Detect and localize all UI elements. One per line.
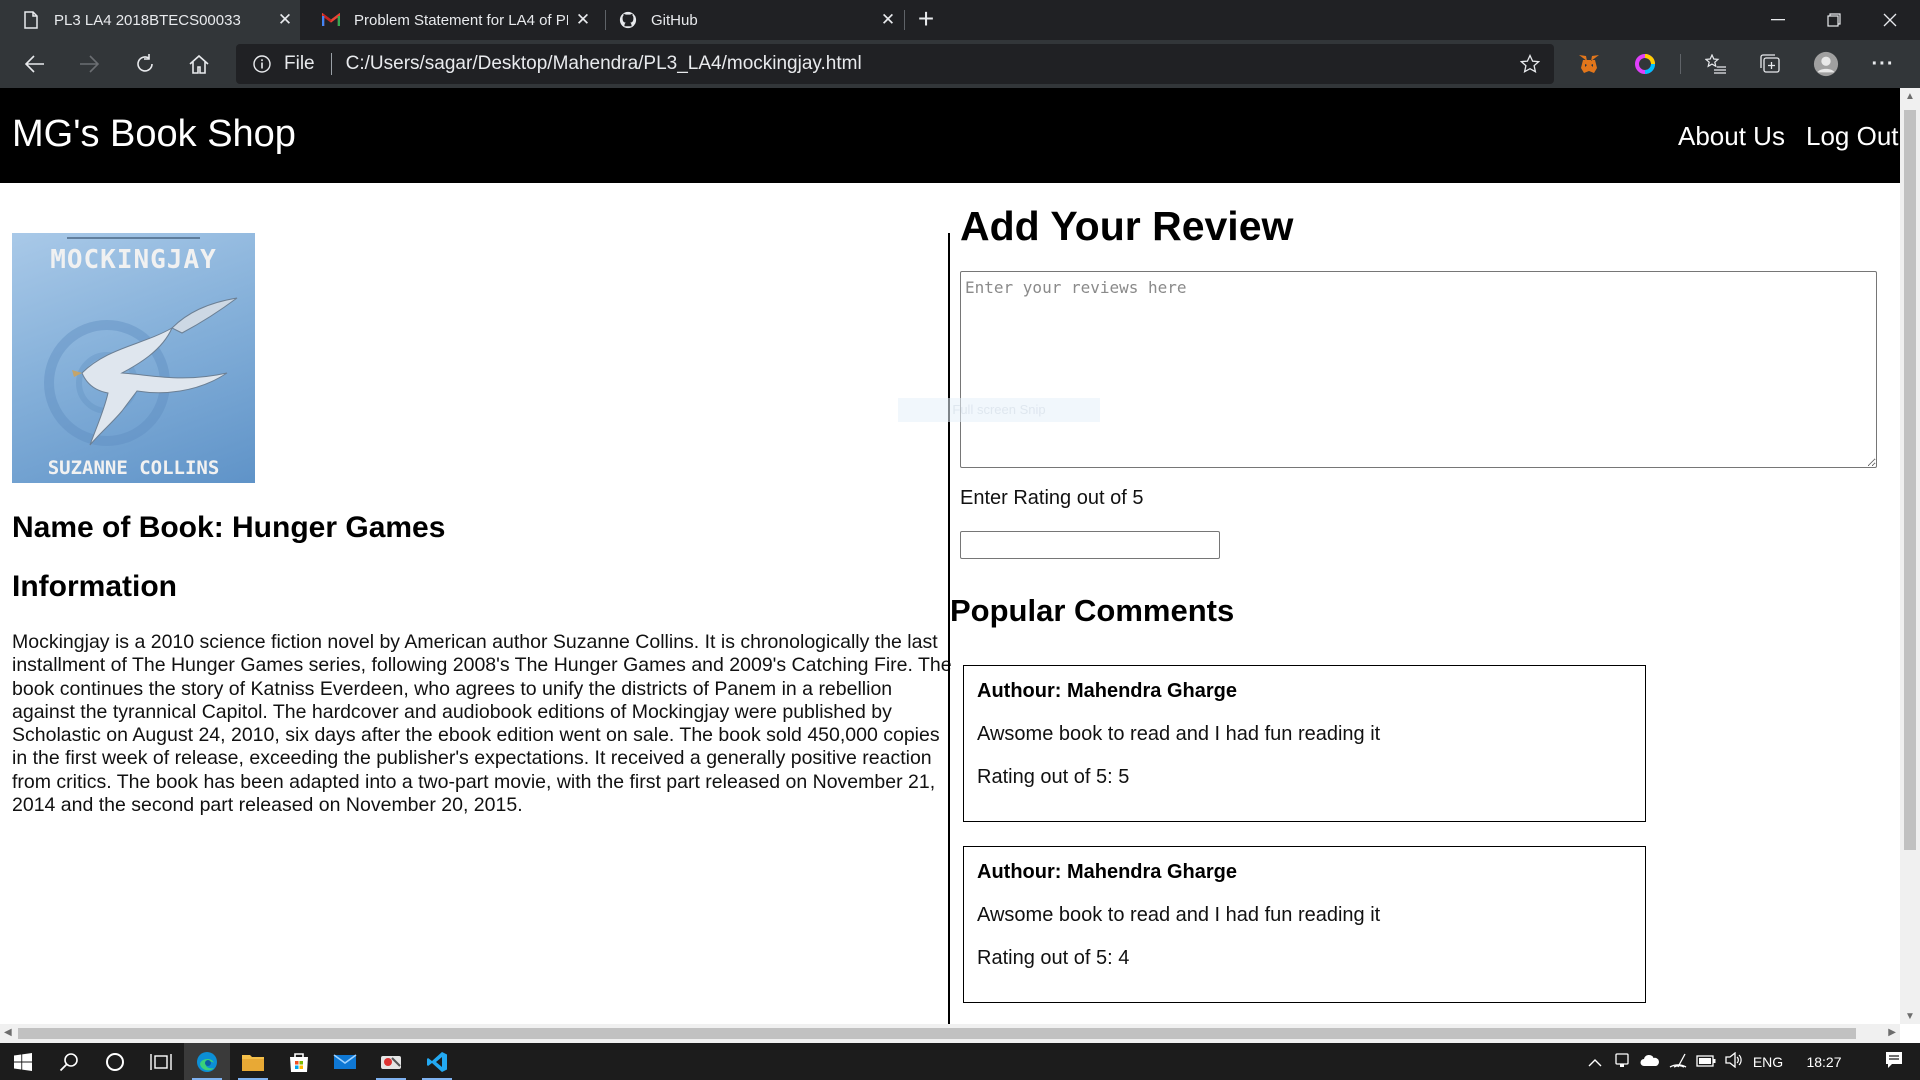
rating-label: Enter Rating out of 5 bbox=[960, 487, 1144, 509]
vertical-scrollbar[interactable]: ▲ ▼ bbox=[1900, 88, 1920, 1024]
color-ring-extension-icon[interactable] bbox=[1632, 51, 1658, 77]
gmail-icon bbox=[322, 11, 340, 29]
profile-avatar-icon[interactable] bbox=[1813, 51, 1839, 77]
book-cover-image: MOCKINGJAY SUZANNE COLLINS bbox=[12, 233, 255, 483]
tab-title: Problem Statement for LA4 of PL3 bbox=[354, 11, 568, 29]
file-explorer-icon[interactable] bbox=[230, 1043, 276, 1080]
web-page: MG's Book Shop About Us Log Out MOCKINGJ… bbox=[0, 88, 1900, 1024]
onedrive-cloud-icon[interactable] bbox=[1636, 1053, 1664, 1070]
home-button[interactable] bbox=[182, 48, 216, 80]
close-tab-icon[interactable]: ✕ bbox=[568, 10, 598, 30]
windows-taskbar: ENG 18:27 bbox=[0, 1043, 1920, 1080]
add-review-heading: Add Your Review bbox=[960, 203, 1294, 249]
battery-icon[interactable] bbox=[1692, 1054, 1720, 1070]
book-information-text: Mockingjay is a 2010 science fiction nov… bbox=[12, 631, 952, 817]
horizontal-scroll-thumb[interactable] bbox=[18, 1028, 1856, 1039]
comment-rating: Rating out of 5: 5 bbox=[977, 766, 1130, 788]
tab-title: GitHub bbox=[651, 11, 698, 29]
action-center-notification-icon[interactable] bbox=[1870, 1051, 1918, 1072]
browser-tab-bar: PL3 LA4 2018BTECS00033 ✕ Problem Stateme… bbox=[0, 0, 1920, 40]
collections-icon[interactable] bbox=[1758, 51, 1784, 77]
cortana-icon[interactable] bbox=[92, 1043, 138, 1080]
nav-log-out[interactable]: Log Out bbox=[1806, 121, 1899, 152]
wifi-icon[interactable] bbox=[1664, 1052, 1692, 1071]
comment-text: Awsome book to read and I had fun readin… bbox=[977, 723, 1381, 745]
browser-toolbar: File C:/Users/sagar/Desktop/Mahendra/PL3… bbox=[0, 40, 1920, 88]
metamask-fox-icon[interactable] bbox=[1576, 51, 1602, 77]
tab-github[interactable]: GitHub ✕ bbox=[605, 0, 903, 40]
url-text[interactable]: C:/Users/sagar/Desktop/Mahendra/PL3_LA4/… bbox=[346, 53, 862, 75]
device-icon[interactable] bbox=[1608, 1052, 1636, 1071]
tab-title: PL3 LA4 2018BTECS00033 bbox=[54, 11, 241, 29]
snipping-tool-icon[interactable] bbox=[368, 1043, 414, 1080]
mockingjay-bird-illustration bbox=[44, 297, 238, 446]
new-tab-button[interactable]: + bbox=[910, 4, 942, 36]
page-icon bbox=[22, 11, 40, 29]
back-button[interactable] bbox=[18, 48, 52, 80]
show-hidden-icons-chevron-icon[interactable] bbox=[1582, 1054, 1608, 1070]
mail-icon[interactable] bbox=[322, 1043, 368, 1080]
favorite-star-icon[interactable] bbox=[1519, 53, 1541, 79]
refresh-button[interactable] bbox=[128, 48, 162, 80]
vscode-icon[interactable] bbox=[414, 1043, 460, 1080]
book-name-heading: Name of Book: Hunger Games bbox=[12, 511, 446, 544]
address-bar[interactable]: File C:/Users/sagar/Desktop/Mahendra/PL3… bbox=[236, 44, 1554, 84]
site-brand[interactable]: MG's Book Shop bbox=[12, 113, 296, 156]
info-icon[interactable] bbox=[252, 54, 272, 74]
tab-problem-statement[interactable]: Problem Statement for LA4 of PL3 ✕ bbox=[300, 0, 598, 40]
search-icon[interactable] bbox=[46, 1043, 92, 1080]
windows-start-icon[interactable] bbox=[0, 1043, 46, 1080]
close-tab-icon[interactable]: ✕ bbox=[270, 10, 300, 30]
comment-author: Authour: Mahendra Gharge bbox=[977, 861, 1238, 883]
vertical-scroll-thumb[interactable] bbox=[1904, 110, 1916, 850]
horizontal-scrollbar[interactable]: ◀ ▶ bbox=[0, 1024, 1900, 1043]
nav-about-us[interactable]: About Us bbox=[1678, 121, 1785, 152]
comment-rating: Rating out of 5: 4 bbox=[977, 947, 1130, 969]
snip-overlay-label: Full screen Snip bbox=[898, 398, 1100, 422]
github-icon bbox=[619, 11, 637, 29]
system-tray: ENG 18:27 bbox=[1582, 1043, 1918, 1080]
information-heading: Information bbox=[12, 570, 177, 603]
comment-card: Authour: Mahendra Gharge Awsome book to … bbox=[963, 665, 1646, 822]
restore-button[interactable] bbox=[1806, 0, 1862, 40]
cover-author: SUZANNE COLLINS bbox=[47, 457, 220, 479]
language-indicator[interactable]: ENG bbox=[1748, 1054, 1788, 1070]
minimize-button[interactable] bbox=[1750, 0, 1806, 40]
popular-comments-heading: Popular Comments bbox=[950, 593, 1235, 628]
more-options-icon[interactable]: ··· bbox=[1870, 51, 1896, 77]
comment-author: Authour: Mahendra Gharge bbox=[977, 680, 1238, 702]
close-window-button[interactable] bbox=[1862, 0, 1918, 40]
clock[interactable]: 18:27 bbox=[1796, 1054, 1852, 1070]
microsoft-store-icon[interactable] bbox=[276, 1043, 322, 1080]
favorites-list-icon[interactable] bbox=[1703, 51, 1729, 77]
close-tab-icon[interactable]: ✕ bbox=[873, 10, 903, 30]
volume-icon[interactable] bbox=[1720, 1051, 1748, 1071]
edge-browser-icon[interactable] bbox=[184, 1043, 230, 1080]
review-textarea[interactable] bbox=[960, 271, 1877, 468]
comment-text: Awsome book to read and I had fun readin… bbox=[977, 904, 1381, 926]
forward-button[interactable] bbox=[72, 48, 106, 80]
rating-input[interactable] bbox=[960, 531, 1220, 559]
comment-card: Authour: Mahendra Gharge Awsome book to … bbox=[963, 846, 1646, 1003]
tab-pl3-la4[interactable]: PL3 LA4 2018BTECS00033 ✕ bbox=[0, 0, 300, 40]
scheme-label: File bbox=[284, 53, 315, 74]
task-view-icon[interactable] bbox=[138, 1043, 184, 1080]
site-header: MG's Book Shop About Us Log Out bbox=[0, 88, 1900, 183]
